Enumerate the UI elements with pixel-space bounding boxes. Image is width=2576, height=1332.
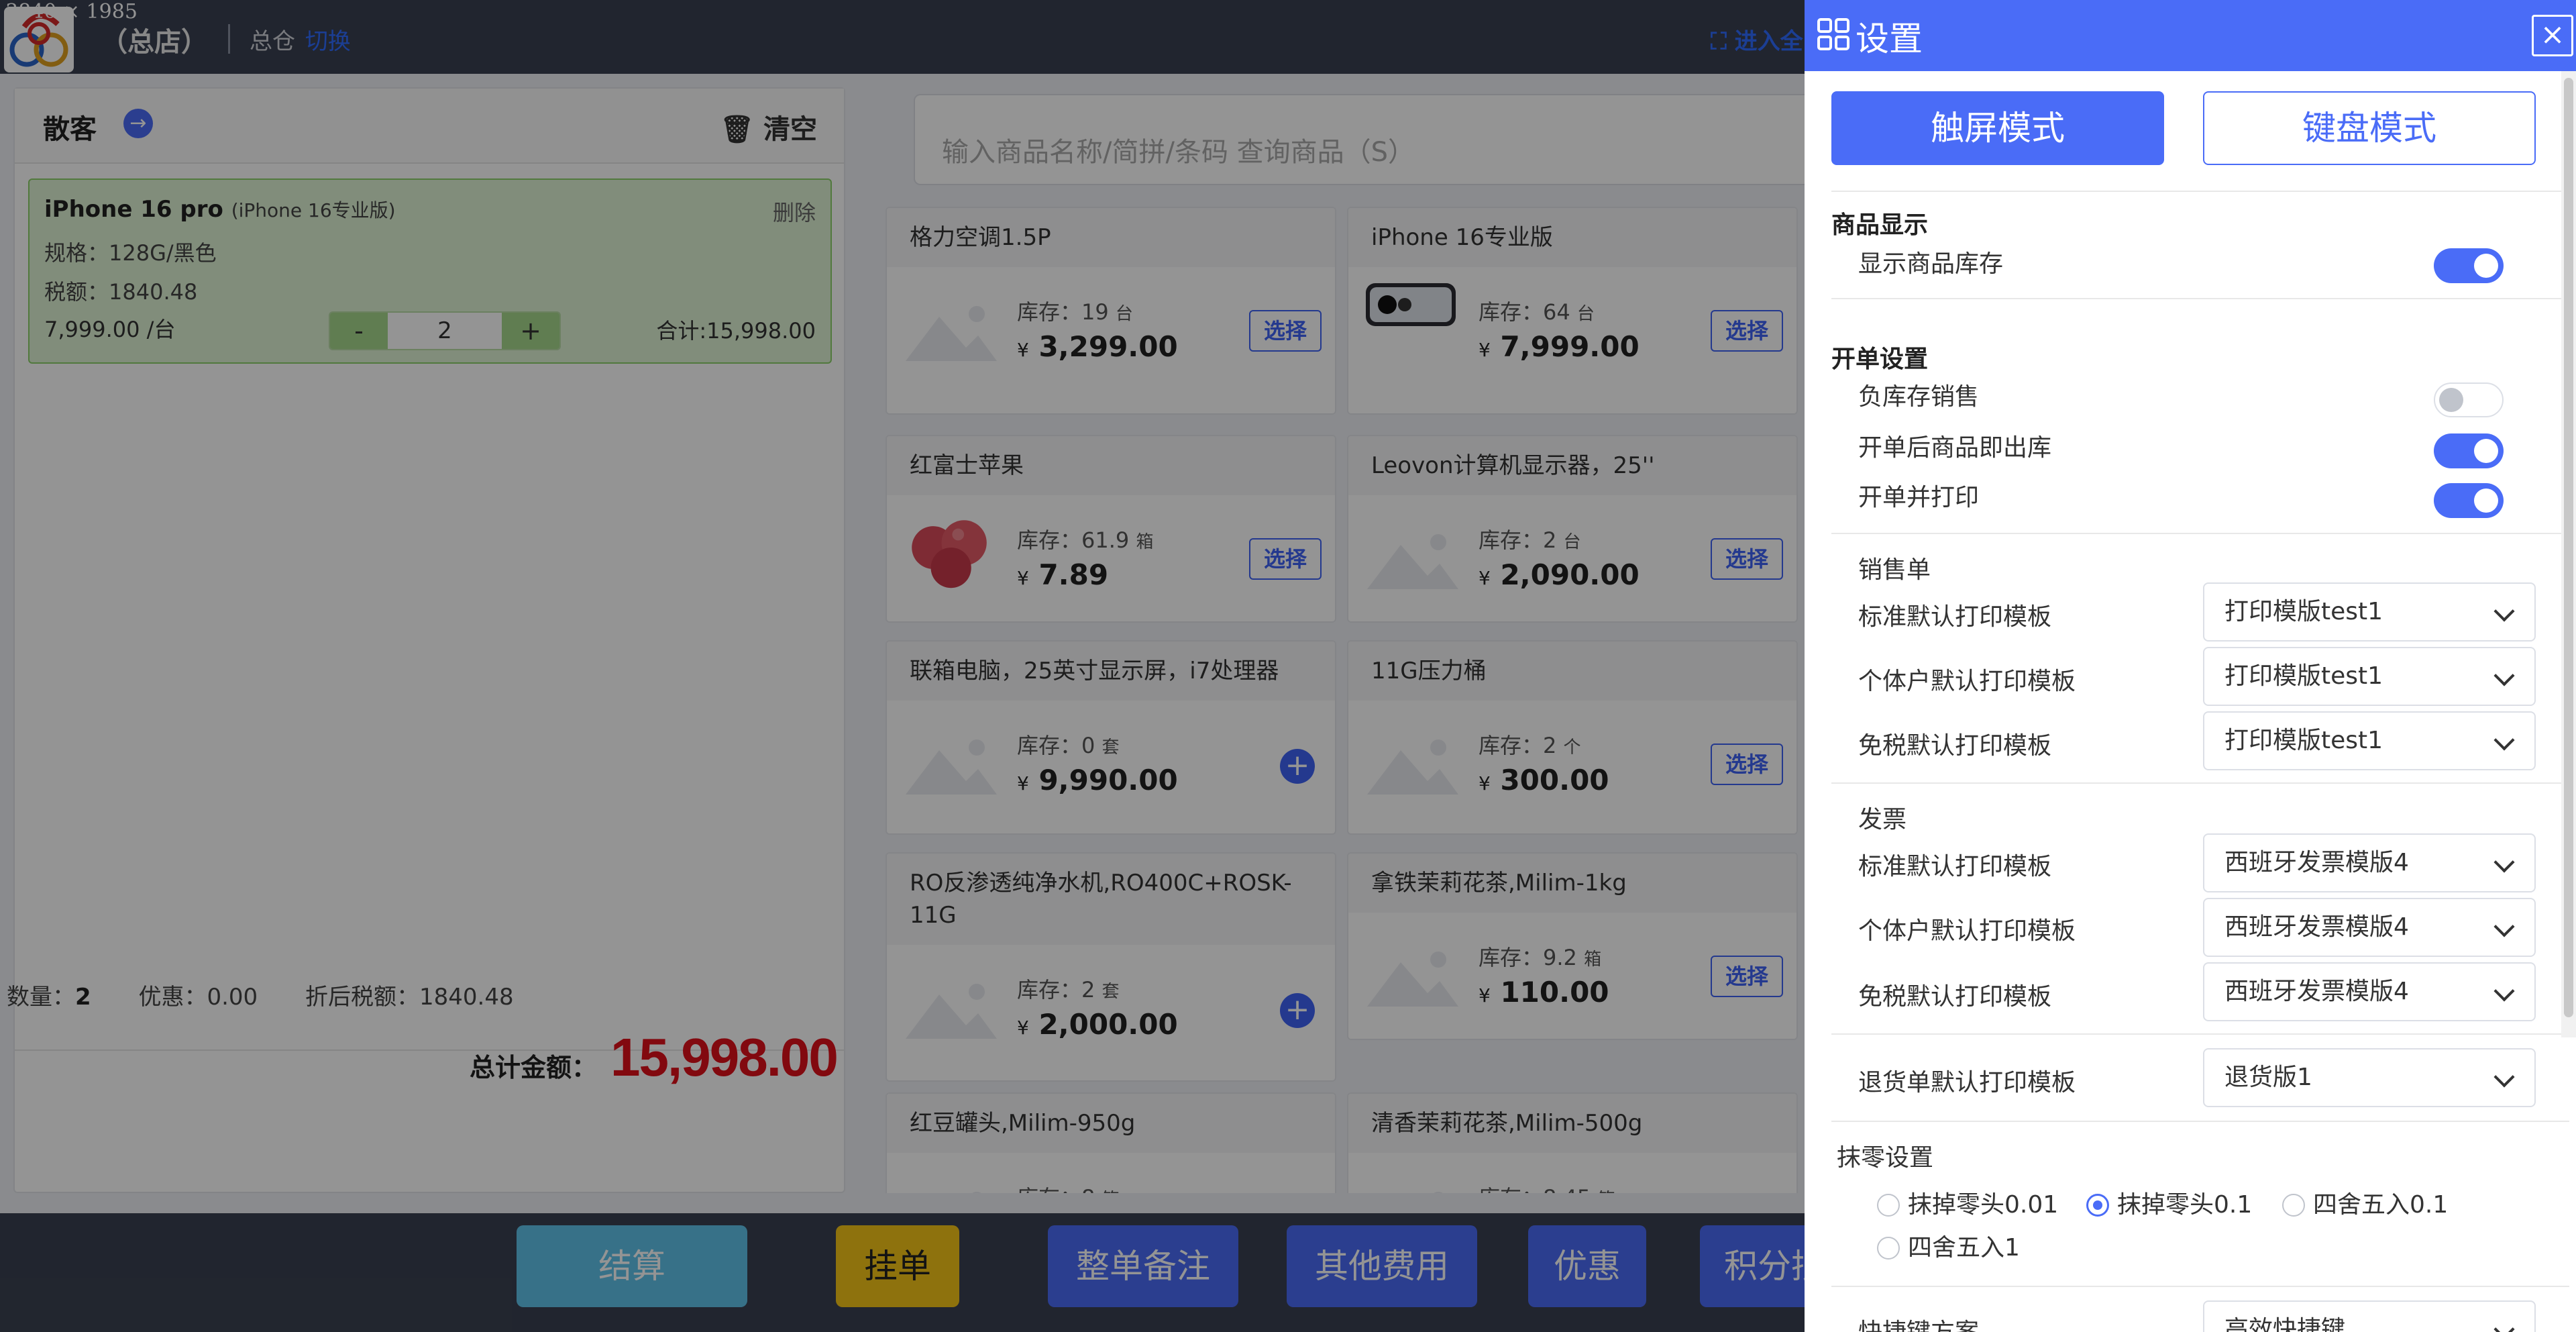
settings-drawer: 设置 × 触屏模式 键盘模式 商品显示 显示商品库存 开单设置 负库存销售 开单…	[1805, 0, 2576, 1332]
divider	[1831, 191, 2569, 192]
product-display-heading: 商品显示	[1831, 211, 1929, 239]
divider	[1831, 1286, 2569, 1287]
invoice-heading: 发票	[1858, 806, 1907, 833]
settings-scrollbar[interactable]	[2561, 71, 2576, 1037]
rounding-heading: 抹零设置	[1837, 1144, 1934, 1172]
select-value: 西班牙发票模版4	[2224, 849, 2409, 876]
chevron-down-icon	[2493, 1066, 2515, 1088]
shortcut-scheme-label: 快捷键方案	[1858, 1313, 1979, 1332]
radio-circle-icon	[1877, 1194, 1900, 1217]
show-stock-toggle[interactable]	[2434, 248, 2504, 283]
radio-checked-icon	[2086, 1194, 2109, 1217]
outbound-label: 开单后商品即出库	[1858, 434, 2052, 462]
select-value: 打印模版test1	[2224, 598, 2383, 625]
chevron-down-icon	[2493, 980, 2515, 1002]
settings-title: 设置	[1856, 19, 1923, 58]
negative-stock-label: 负库存销售	[1858, 383, 1980, 411]
rounding-option-1[interactable]: 抹掉零头0.1	[2086, 1185, 2252, 1220]
select-value: 打印模版test1	[2224, 727, 2383, 754]
radio-circle-icon	[1877, 1237, 1900, 1260]
chevron-down-icon	[2493, 852, 2515, 873]
sales-standard-template-select[interactable]: 打印模版test1	[2203, 582, 2536, 642]
sales-taxfree-template-select[interactable]: 打印模版test1	[2203, 711, 2536, 770]
rounding-option-2[interactable]: 四舍五入0.1	[2282, 1185, 2448, 1220]
chevron-down-icon	[2493, 601, 2515, 622]
rounding-option-3[interactable]: 四舍五入1	[1877, 1228, 2020, 1263]
radio-label: 抹掉零头0.1	[2117, 1191, 2253, 1219]
sales-individual-template-select[interactable]: 打印模版test1	[2203, 647, 2536, 706]
grid-icon	[1817, 18, 1849, 50]
radio-label: 抹掉零头0.01	[1908, 1191, 2059, 1219]
radio-circle-icon	[2282, 1194, 2305, 1217]
sales-individual-template-label: 个体户默认打印模板	[1858, 668, 2076, 695]
invoice-standard-template-label: 标准默认打印模板	[1858, 853, 2052, 880]
scrollbar-thumb[interactable]	[2564, 78, 2573, 1017]
keyboard-mode-button[interactable]: 键盘模式	[2203, 91, 2536, 165]
divider	[1831, 782, 2569, 784]
radio-label: 四舍五入0.1	[2313, 1191, 2449, 1219]
close-icon[interactable]: ×	[2532, 15, 2573, 56]
rounding-option-0[interactable]: 抹掉零头0.01	[1877, 1185, 2058, 1220]
order-settings-heading: 开单设置	[1831, 346, 1929, 373]
show-stock-label: 显示商品库存	[1858, 250, 2004, 278]
invoice-individual-template-label: 个体户默认打印模板	[1858, 917, 2076, 945]
chevron-down-icon	[2493, 916, 2515, 937]
outbound-toggle[interactable]	[2434, 433, 2504, 468]
radio-label: 四舍五入1	[1908, 1234, 2020, 1262]
print-on-order-toggle[interactable]	[2434, 483, 2504, 518]
chevron-down-icon	[2493, 665, 2515, 686]
sales-taxfree-template-label: 免税默认打印模板	[1858, 732, 2052, 760]
return-template-select[interactable]: 退货版1	[2203, 1048, 2536, 1107]
select-value: 退货版1	[2224, 1064, 2312, 1091]
invoice-standard-template-select[interactable]: 西班牙发票模版4	[2203, 833, 2536, 892]
shortcut-scheme-select[interactable]: 高效快捷键	[2203, 1300, 2536, 1332]
divider	[1831, 298, 2569, 299]
select-value: 西班牙发票模版4	[2224, 978, 2409, 1005]
divider	[1831, 533, 2569, 534]
modal-overlay[interactable]	[0, 0, 1805, 1332]
print-on-order-label: 开单并打印	[1858, 484, 1980, 511]
invoice-individual-template-select[interactable]: 西班牙发票模版4	[2203, 898, 2536, 957]
settings-header: 设置 ×	[1805, 0, 2576, 71]
divider	[1831, 1033, 2569, 1035]
select-value: 西班牙发票模版4	[2224, 913, 2409, 941]
sales-standard-template-label: 标准默认打印模板	[1858, 603, 2052, 631]
chevron-down-icon	[2493, 729, 2515, 751]
divider	[1831, 1121, 2569, 1122]
invoice-taxfree-template-label: 免税默认打印模板	[1858, 983, 2052, 1011]
touch-mode-button[interactable]: 触屏模式	[1831, 91, 2164, 165]
select-value: 高效快捷键	[2224, 1316, 2346, 1332]
chevron-down-icon	[2493, 1319, 2515, 1332]
sales-order-heading: 销售单	[1858, 556, 1931, 584]
negative-stock-toggle[interactable]	[2434, 382, 2504, 417]
return-template-label: 退货单默认打印模板	[1858, 1069, 2076, 1096]
invoice-taxfree-template-select[interactable]: 西班牙发票模版4	[2203, 962, 2536, 1021]
select-value: 打印模版test1	[2224, 662, 2383, 690]
